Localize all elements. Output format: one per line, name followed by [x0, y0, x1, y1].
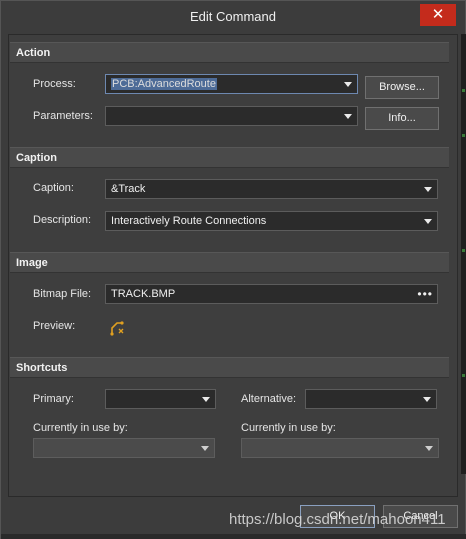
section-header-image: Image [10, 252, 449, 273]
ellipsis-icon[interactable]: ••• [417, 287, 433, 301]
currently-in-use-label-primary: Currently in use by: [33, 422, 128, 434]
chevron-down-icon [344, 82, 352, 87]
section-header-caption: Caption [10, 147, 449, 168]
currently-in-use-alternative-combo [241, 438, 439, 458]
description-value: Interactively Route Connections [111, 215, 267, 227]
edit-command-dialog: Edit Command ✕ Action Process: PCB:Advan… [0, 0, 466, 539]
caption-value: &Track [111, 183, 146, 195]
chevron-down-icon [423, 397, 431, 402]
preview-label: Preview: [33, 320, 76, 332]
bitmap-file-value: TRACK.BMP [111, 288, 176, 300]
close-button[interactable]: ✕ [420, 4, 456, 26]
description-label: Description: [33, 214, 92, 226]
parameters-label: Parameters: [33, 110, 93, 122]
watermark-text: https://blog.csdn.net/mahoon411 [229, 511, 446, 528]
section-header-shortcuts: Shortcuts [10, 357, 449, 378]
process-label: Process: [33, 78, 76, 90]
route-track-icon [110, 321, 124, 336]
primary-label: Primary: [33, 393, 74, 405]
caption-label: Caption: [33, 182, 74, 194]
browse-button[interactable]: Browse... [365, 76, 439, 99]
chevron-down-icon [424, 219, 432, 224]
background-strip [461, 34, 466, 474]
bitmap-file-label: Bitmap File: [33, 288, 92, 300]
section-header-action: Action [10, 42, 449, 63]
dialog-title: Edit Command [190, 9, 276, 24]
title-bar[interactable]: Edit Command ✕ [1, 1, 465, 33]
currently-in-use-primary-combo [33, 438, 215, 458]
chevron-down-icon [344, 114, 352, 119]
window-bottom-edge [1, 534, 466, 539]
chevron-down-icon [201, 446, 209, 451]
currently-in-use-label-alternative: Currently in use by: [241, 422, 336, 434]
chevron-down-icon [424, 187, 432, 192]
caption-combo[interactable]: &Track [105, 179, 438, 199]
chevron-down-icon [202, 397, 210, 402]
alternative-shortcut-combo[interactable] [305, 389, 437, 409]
process-combo[interactable]: PCB:AdvancedRoute [105, 74, 358, 94]
description-combo[interactable]: Interactively Route Connections [105, 211, 438, 231]
alternative-label: Alternative: [241, 393, 297, 405]
info-button[interactable]: Info... [365, 107, 439, 130]
parameters-combo[interactable] [105, 106, 358, 126]
bitmap-file-field[interactable]: TRACK.BMP ••• [105, 284, 438, 304]
primary-shortcut-combo[interactable] [105, 389, 216, 409]
process-value: PCB:AdvancedRoute [111, 78, 217, 90]
chevron-down-icon [425, 446, 433, 451]
